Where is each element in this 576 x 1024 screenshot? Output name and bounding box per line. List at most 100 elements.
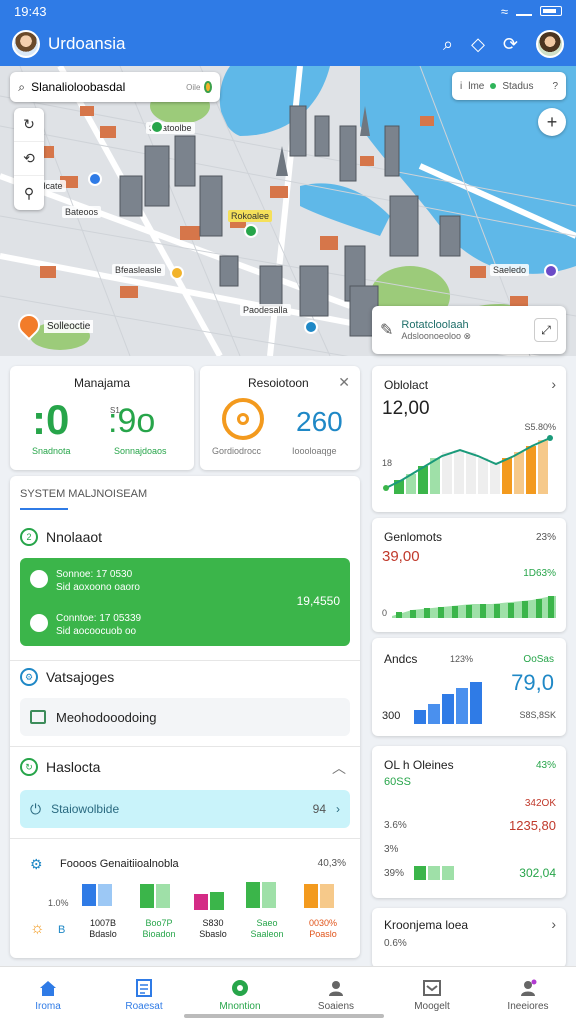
status-row[interactable]: ⏻ Staiowolbide 94 ›: [20, 790, 350, 828]
chevron-right-icon[interactable]: ›: [551, 916, 556, 932]
right-label: Ioooloaqge: [292, 446, 337, 456]
row-right: 1235,80: [509, 818, 556, 833]
profile-icon: [521, 979, 537, 996]
home-indicator[interactable]: [184, 1014, 384, 1018]
resoiotoon-card[interactable]: Resoiotoon ✕ 260 Gordiodrocc Ioooloaqge: [200, 366, 360, 470]
system-panel: SYSTEM MALJNOISEAM 2 Nnolaaot Sonnoe: 17…: [10, 476, 360, 958]
row-left: 3.6%: [384, 820, 407, 831]
chat-icon: [232, 980, 248, 996]
target-icon: [222, 398, 264, 440]
report-icon: [136, 979, 152, 997]
axis-zero: 0: [382, 608, 388, 618]
status-icons: ≈: [501, 4, 562, 19]
map-label-bottom-left[interactable]: Solleoctie: [44, 320, 94, 333]
card-value: 39,00: [382, 548, 420, 565]
status-bar: 19:43 ≈: [0, 0, 576, 22]
oleines-card[interactable]: OL h Oleines 60SS 43% 342OK 3.6% 1235,80…: [372, 746, 566, 898]
user-icon: [329, 981, 343, 996]
status-row-count: 94: [312, 802, 326, 816]
map-pin[interactable]: [544, 264, 558, 278]
location-icon[interactable]: [204, 81, 212, 93]
card-pct: 123%: [450, 654, 474, 664]
nav-messages[interactable]: Moogelt: [384, 967, 480, 1024]
chevron-right-icon[interactable]: ›: [551, 376, 556, 392]
card-title: Andcs: [384, 652, 418, 666]
map-pin[interactable]: [244, 224, 258, 238]
right-value: :9o: [108, 402, 156, 440]
map-label[interactable]: Rokoalee: [228, 210, 273, 222]
map-pin[interactable]: [304, 320, 318, 334]
bar-label: 0030% Poaslo: [308, 918, 338, 939]
transaction-row: Sonnoe: 17 0530 Sid aoxoono oaoro: [56, 569, 140, 593]
transaction-amount: 19,4550: [296, 594, 340, 608]
status-prefix: i: [460, 80, 463, 92]
map-label[interactable]: Bateoos: [62, 206, 102, 218]
map-pin[interactable]: [170, 266, 184, 280]
close-icon[interactable]: ✕: [338, 374, 350, 391]
edit-icon: ✎: [380, 322, 394, 339]
nav-label: Iroma: [35, 1001, 61, 1012]
map-pin[interactable]: [88, 172, 102, 186]
expand-icon[interactable]: ⤢: [534, 318, 558, 342]
check-icon: [30, 614, 48, 632]
profile-avatar[interactable]: [536, 30, 564, 58]
nav-profile[interactable]: Ineeiores: [480, 967, 576, 1024]
location-subtitle: Adsloonoeoloo ⊗: [401, 330, 471, 341]
rotate-icon[interactable]: ↻: [14, 108, 44, 142]
card-pct: 23%: [535, 532, 556, 543]
app-avatar[interactable]: [12, 30, 40, 58]
location-title: Rotatcloolaah: [401, 318, 469, 331]
search-icon[interactable]: ⌕: [443, 34, 453, 55]
map-status-pill[interactable]: i lme Stadus ?: [452, 72, 566, 100]
row-left: 39%: [384, 868, 405, 879]
section-haslocta[interactable]: ↻ Haslocta: [20, 758, 100, 776]
tag-icon[interactable]: ◇: [471, 34, 485, 55]
section-title: Vatsajoges: [46, 669, 115, 685]
method-field[interactable]: [20, 698, 350, 736]
chevron-right-icon[interactable]: ›: [336, 802, 340, 816]
row-right: 302,04: [519, 866, 556, 880]
zoom-in-button[interactable]: +: [538, 108, 566, 136]
row-right: 43%: [535, 760, 556, 771]
bar-label: Saeo Saaleon: [250, 918, 284, 939]
section-nnolaaot[interactable]: 2 Nnolaaot: [20, 528, 102, 546]
card-pct: S5.80%: [524, 422, 556, 432]
home-icon: [40, 981, 56, 996]
help-icon[interactable]: ?: [552, 81, 558, 92]
oblolact-card[interactable]: Oblolact › 12,00 S5.80% 18: [372, 366, 566, 512]
bar-group: [194, 892, 224, 910]
chevron-up-icon[interactable]: ︿: [332, 758, 346, 778]
map-pin[interactable]: [150, 120, 164, 134]
refresh-icon[interactable]: ⟲: [14, 142, 44, 176]
card-green: 1D63%: [523, 568, 556, 579]
manajama-card[interactable]: Manajama :0 S1 :9o Snadnota Sonnajdoaos: [10, 366, 194, 470]
section-title: Haslocta: [46, 759, 101, 775]
nav-home[interactable]: Iroma: [0, 967, 96, 1024]
map-search-input[interactable]: [31, 80, 187, 94]
map-search-bar[interactable]: ⌕ Oile: [10, 72, 220, 102]
app-title: Urdoansia: [48, 34, 126, 53]
map-label[interactable]: Saeledo: [490, 264, 530, 276]
map-label[interactable]: Paodesalla: [240, 304, 291, 316]
bar-label: S830 Sbaslo: [199, 918, 227, 939]
document-icon: [30, 710, 46, 724]
section-vatsajoges[interactable]: ⚙ Vatsajoges: [20, 668, 114, 686]
bar-group: [246, 882, 276, 908]
left-label: Gordiodrocc: [212, 446, 262, 456]
transactions-block[interactable]: Sonnoe: 17 0530 Sid aoxoono oaoro Connto…: [20, 558, 350, 646]
map-label[interactable]: Bfeasleasle: [112, 264, 165, 276]
nav-reports[interactable]: Roaesat: [96, 967, 192, 1024]
andcs-card[interactable]: Andcs 123% OoSas 79,0 300 S8S,8SK: [372, 638, 566, 736]
kroonjema-card[interactable]: Kroonjema loea › 0.6%: [372, 908, 566, 968]
card-value: 12,00: [382, 398, 430, 419]
location-card[interactable]: ✎ Rotatcloolaah Adsloonoeoloo ⊗ ⤢: [372, 306, 566, 354]
divider: [10, 746, 360, 747]
map-controls: ↻ ⟲ ⚲: [14, 108, 44, 210]
bar-chart: [414, 682, 482, 724]
power-icon: ⏻: [30, 800, 42, 817]
method-input[interactable]: [56, 709, 340, 725]
card-title: Oblolact: [384, 378, 429, 392]
person-icon[interactable]: ⚲: [14, 176, 44, 210]
genlomots-card[interactable]: Genlomots 23% 39,00 1D63% 0: [372, 518, 566, 632]
sync-icon[interactable]: ⟳: [503, 34, 518, 55]
